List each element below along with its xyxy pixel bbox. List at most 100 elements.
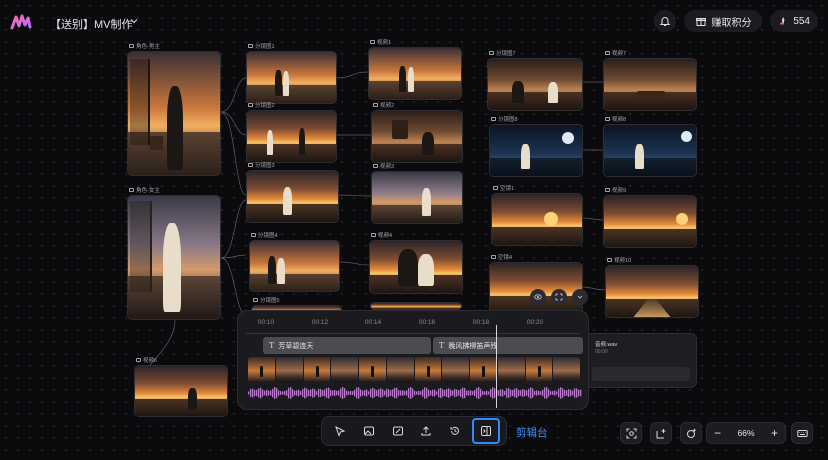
- canvas-node[interactable]: 视频6: [134, 358, 228, 417]
- node-thumbnail: [603, 124, 697, 177]
- eye-icon: [534, 294, 542, 300]
- image-node-icon: [129, 44, 134, 48]
- node-label: 角色-女主: [136, 188, 160, 194]
- video-node-icon: [605, 51, 610, 55]
- canvas-node[interactable]: 视频8: [603, 117, 697, 177]
- canvas-node[interactable]: 视频4: [369, 233, 463, 294]
- video-node-icon: [605, 117, 610, 121]
- node-label: 视频2: [380, 103, 395, 109]
- audio-file-name: 音频.wav: [595, 342, 618, 348]
- zoom-in-button[interactable]: +: [771, 426, 778, 440]
- canvas-node[interactable]: 视频2: [371, 103, 463, 163]
- node-label: 分镜图1: [255, 44, 275, 50]
- editor-panel-button[interactable]: [471, 418, 500, 444]
- node-label: 视频1: [377, 40, 392, 46]
- expand-button[interactable]: [551, 289, 567, 305]
- canvas-node[interactable]: 分镜图8: [489, 117, 583, 177]
- editor-panel-icon: [480, 426, 491, 436]
- canvas-node[interactable]: 分镜图1: [246, 44, 337, 104]
- node-label: 空镜1: [500, 186, 515, 192]
- image-node-icon: [489, 51, 494, 55]
- image-tool-button[interactable]: [357, 420, 381, 442]
- node-label: 视频8: [612, 117, 627, 123]
- node-thumbnail: [246, 51, 337, 104]
- node-label: 分镜图5: [260, 298, 280, 304]
- notification-button[interactable]: [654, 10, 676, 32]
- zoom-out-button[interactable]: −: [714, 426, 721, 440]
- audio-info-card[interactable]: 音频.wav 00:00: [585, 333, 697, 388]
- chevron-down-icon[interactable]: [128, 15, 140, 27]
- screenshot-button[interactable]: [620, 422, 642, 444]
- node-label: 视频6: [143, 358, 158, 364]
- editor-label[interactable]: 剪辑台: [516, 425, 548, 440]
- node-label: 视频10: [614, 258, 632, 264]
- node-controls: [530, 289, 588, 305]
- canvas-node[interactable]: 分镜图2: [246, 103, 337, 163]
- history-button[interactable]: [443, 420, 467, 442]
- select-tool-button[interactable]: [328, 420, 352, 442]
- upload-icon: [421, 426, 431, 436]
- credits-value: 554: [793, 15, 810, 27]
- text-clip[interactable]: T 晚风拂柳笛声残: [433, 337, 583, 354]
- canvas-node[interactable]: 空镜1: [491, 186, 583, 246]
- bell-icon: [659, 17, 671, 26]
- node-thumbnail: [371, 110, 463, 163]
- audio-bar: [592, 367, 690, 381]
- earn-points-button[interactable]: 赚取积分: [684, 10, 762, 32]
- text-icon: T: [439, 341, 445, 350]
- node-thumbnail: [134, 365, 228, 417]
- image-node-icon: [251, 233, 256, 237]
- right-tools: [620, 422, 702, 444]
- credits-display[interactable]: 554: [770, 10, 818, 32]
- zoom-level: 66%: [737, 428, 755, 438]
- text-clip[interactable]: T 芳草碧连天: [263, 337, 431, 354]
- canvas-node[interactable]: 分镜图3: [246, 163, 339, 223]
- playhead[interactable]: [496, 325, 497, 408]
- edit-tool-button[interactable]: [386, 420, 410, 442]
- video-node-icon: [370, 40, 375, 44]
- canvas-node[interactable]: 分镜图4: [249, 233, 340, 292]
- expand-icon: [555, 293, 563, 301]
- timeline-panel[interactable]: 00:10 00:12 00:14 00:16 00:18 00:20 T 芳草碧…: [237, 310, 589, 410]
- canvas-node[interactable]: 视频10: [605, 258, 699, 318]
- capture-icon: [626, 428, 636, 438]
- image-node-icon: [493, 186, 498, 190]
- audio-waveform[interactable]: [248, 385, 582, 401]
- project-title[interactable]: 【送别】MV制作: [50, 16, 133, 32]
- image-icon: [363, 426, 374, 436]
- node-thumbnail: [371, 171, 463, 224]
- tick-label: 00:18: [472, 319, 490, 326]
- canvas-node[interactable]: 视频7: [603, 51, 697, 111]
- node-thumbnail: [249, 240, 340, 292]
- image-node-icon: [248, 44, 253, 48]
- canvas-node[interactable]: 角色-女主: [127, 188, 221, 320]
- more-button[interactable]: [572, 289, 588, 305]
- node-thumbnail: [487, 58, 583, 111]
- node-label: 分镜图4: [258, 233, 278, 239]
- canvas-node[interactable]: 角色-男主: [127, 44, 221, 176]
- brand-logo-icon[interactable]: [10, 12, 32, 32]
- edit-icon: [392, 426, 403, 436]
- keyboard-shortcuts-button[interactable]: [791, 422, 813, 444]
- upload-button[interactable]: [414, 420, 438, 442]
- audio-time: 00:00: [595, 349, 608, 355]
- canvas-node[interactable]: 视频1: [368, 40, 462, 100]
- node-label: 视频7: [612, 51, 627, 57]
- canvas-node[interactable]: 视频9: [603, 188, 697, 248]
- video-node-icon: [371, 233, 376, 237]
- add-node-button[interactable]: [650, 422, 672, 444]
- preview-button[interactable]: [530, 289, 546, 305]
- node-thumbnail: [246, 170, 339, 223]
- node-thumbnail: [603, 195, 697, 248]
- image-node-icon: [129, 188, 134, 192]
- video-track[interactable]: [248, 357, 580, 382]
- canvas-node[interactable]: 分镜图7: [487, 51, 583, 111]
- canvas-node[interactable]: [370, 302, 462, 310]
- timeline-ruler[interactable]: 00:10 00:12 00:14 00:16 00:18 00:20: [238, 316, 588, 334]
- earn-points-label: 赚取积分: [711, 17, 752, 29]
- chevron-down-icon: [577, 295, 583, 299]
- ai-generate-button[interactable]: [680, 422, 702, 444]
- node-thumbnail: [369, 240, 463, 294]
- node-label: 视频3: [380, 164, 395, 170]
- canvas-node[interactable]: 视频3: [371, 164, 463, 224]
